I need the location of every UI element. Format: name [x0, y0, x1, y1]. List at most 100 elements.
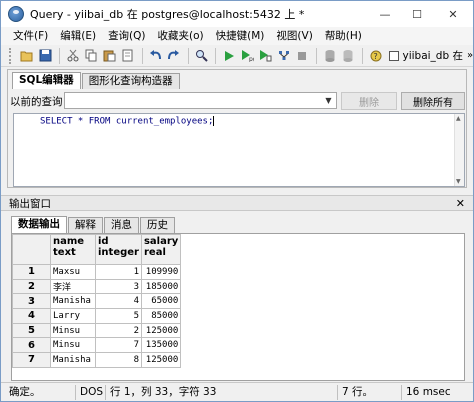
menu-edit[interactable]: 编辑(E) [54, 27, 102, 45]
table-row[interactable]: 3 Manisha 4 65000 [12, 293, 182, 310]
toolbar-separator [58, 47, 60, 64]
column-header-name[interactable]: name text [50, 234, 96, 265]
cell-name[interactable]: Larry [50, 308, 96, 324]
delete-query-button[interactable]: 删除 [341, 92, 397, 110]
save-icon[interactable] [36, 47, 53, 65]
execute-icon[interactable] [220, 47, 237, 65]
menu-view[interactable]: 视图(V) [270, 27, 318, 45]
sql-query-text: SELECT * FROM current_employees; [40, 116, 214, 127]
previous-queries-select[interactable]: ▼ [64, 92, 337, 109]
redo-icon[interactable] [165, 47, 182, 65]
cell-name[interactable]: Manisha [50, 352, 96, 368]
explain-icon[interactable] [275, 47, 292, 65]
copy-icon[interactable] [82, 47, 99, 65]
clear-icon[interactable] [119, 47, 136, 65]
row-number[interactable]: 3 [12, 293, 51, 310]
execute-to-file-icon[interactable] [257, 47, 274, 65]
cell-id[interactable]: 1 [95, 264, 142, 280]
data-output-grid: name text id integer salary real 1 Maxsu 1 … [11, 233, 465, 381]
execute-pgscript-icon[interactable]: pg [238, 47, 255, 65]
row-number[interactable]: 6 [12, 337, 51, 354]
cell-name[interactable]: Manisha [50, 293, 96, 310]
cell-id[interactable]: 5 [95, 308, 142, 324]
grid-corner[interactable] [12, 234, 51, 265]
cell-id[interactable]: 4 [95, 293, 142, 310]
output-tabs: 数据输出 解释 消息 历史 [11, 215, 176, 233]
menu-query[interactable]: 查询(Q) [102, 27, 151, 45]
svg-text:?: ? [373, 52, 377, 61]
cell-id[interactable]: 2 [95, 322, 142, 339]
cell-name[interactable]: Minsu [50, 337, 96, 354]
column-name: name [53, 236, 85, 247]
delete-all-queries-button[interactable]: 删除所有 [401, 92, 465, 110]
cell-salary[interactable]: 125000 [140, 322, 182, 339]
menu-file[interactable]: 文件(F) [7, 27, 54, 45]
paste-icon[interactable] [101, 47, 118, 65]
close-button[interactable]: ✕ [433, 1, 473, 27]
undo-icon[interactable] [147, 47, 164, 65]
table-row[interactable]: 7 Manisha 8 125000 [12, 352, 182, 368]
editor-scrollbar[interactable]: ▲ ▼ [454, 114, 464, 186]
maximize-button[interactable]: ☐ [401, 1, 433, 27]
cell-salary[interactable]: 85000 [140, 308, 182, 324]
tab-data-output[interactable]: 数据输出 [11, 216, 67, 233]
column-header-id[interactable]: id integer [95, 234, 142, 265]
tab-messages[interactable]: 消息 [104, 217, 139, 233]
table-row[interactable]: 5 Minsu 2 125000 [12, 322, 182, 339]
sql-editor[interactable]: SELECT * FROM current_employees; ▲ ▼ [13, 113, 465, 187]
stop-icon[interactable] [294, 47, 311, 65]
database-checkbox[interactable] [389, 50, 400, 61]
cell-salary[interactable]: 109990 [140, 264, 182, 280]
cut-icon[interactable] [64, 47, 81, 65]
cell-name[interactable]: 李洋 [50, 278, 96, 295]
svg-text:pg: pg [249, 56, 254, 62]
chevron-down-icon[interactable]: ▼ [321, 93, 336, 108]
cell-name[interactable]: Maxsu [50, 264, 96, 280]
database-selector[interactable]: yiibai_db 在 [389, 48, 463, 63]
menu-macros[interactable]: 快捷键(M) [210, 27, 271, 45]
cell-salary[interactable]: 185000 [140, 278, 182, 295]
toolbar-overflow-icon[interactable]: » [467, 50, 473, 61]
cell-id[interactable]: 3 [95, 278, 142, 295]
menu-bar: 文件(F) 编辑(E) 查询(Q) 收藏夹(o) 快捷键(M) 视图(V) 帮助… [1, 27, 473, 45]
status-bar: 确定。 DOS 行 1，列 33，字符 33 7 行。 16 msec [1, 382, 473, 401]
commit-icon[interactable] [321, 47, 338, 65]
toolbar: pg ? yiibai_db 在 » [1, 45, 473, 67]
row-number[interactable]: 1 [12, 264, 51, 280]
table-row[interactable]: 4 Larry 5 85000 [12, 308, 182, 324]
table-row[interactable]: 6 Minsu 7 135000 [12, 337, 182, 354]
sql-text[interactable]: SELECT * FROM current_employees; [40, 116, 215, 127]
cell-name[interactable]: Minsu [50, 322, 96, 339]
open-folder-icon[interactable] [18, 47, 35, 65]
column-header-salary[interactable]: salary real [140, 234, 182, 265]
row-number[interactable]: 2 [12, 278, 51, 295]
output-pane-title: 输出窗口 [9, 197, 51, 210]
tab-explain[interactable]: 解释 [68, 217, 103, 233]
cell-salary[interactable]: 65000 [140, 293, 182, 310]
help-icon[interactable]: ? [367, 47, 384, 65]
row-number[interactable]: 4 [12, 308, 51, 324]
toolbar-separator [214, 47, 216, 64]
minimize-button[interactable]: — [369, 1, 401, 27]
output-close-icon[interactable]: ✕ [456, 197, 465, 210]
editor-gutter [14, 114, 34, 186]
title-bar: Query - yiibai_db 在 postgres@localhost:5… [1, 1, 473, 27]
rollback-icon[interactable] [340, 47, 357, 65]
tab-sql-editor[interactable]: SQL编辑器 [12, 72, 81, 89]
cell-salary[interactable]: 135000 [140, 337, 182, 354]
table-row[interactable]: 1 Maxsu 1 109990 [12, 264, 182, 280]
cell-salary[interactable]: 125000 [140, 352, 182, 368]
find-icon[interactable] [193, 47, 210, 65]
table-row[interactable]: 2 李洋 3 185000 [12, 278, 182, 295]
row-number[interactable]: 7 [12, 352, 51, 368]
tab-history[interactable]: 历史 [140, 217, 175, 233]
column-name: salary [143, 236, 179, 247]
menu-favourites[interactable]: 收藏夹(o) [152, 27, 210, 45]
cell-id[interactable]: 7 [95, 337, 142, 354]
row-number[interactable]: 5 [12, 322, 51, 339]
cell-id[interactable]: 8 [95, 352, 142, 368]
tab-graphical-query-builder[interactable]: 图形化查询构造器 [81, 73, 180, 89]
scroll-up-icon[interactable]: ▲ [456, 115, 461, 122]
menu-help[interactable]: 帮助(H) [319, 27, 368, 45]
scroll-down-icon[interactable]: ▼ [456, 178, 461, 185]
